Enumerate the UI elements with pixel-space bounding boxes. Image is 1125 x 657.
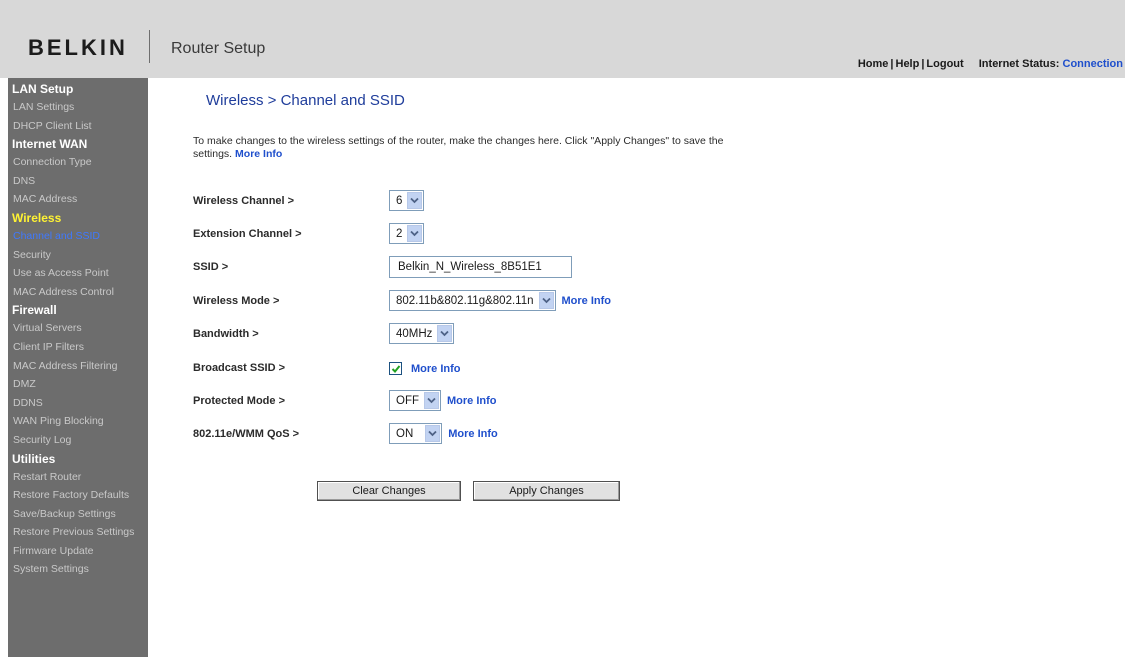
belkin-logo: BELKIN [28, 35, 128, 60]
router-setup-page: BELKIN Router Setup Home | Help | Logout Int… [0, 0, 1125, 657]
sidebar-item-wan-ping-blocking[interactable]: WAN Ping Blocking [8, 412, 148, 431]
header: BELKIN Router Setup Home | Help | Logout Int… [0, 0, 1125, 78]
sidebar-item-mac-address-control[interactable]: MAC Address Control [8, 283, 148, 302]
wireless-channel-select[interactable]: 6 [389, 190, 425, 211]
sidebar-item-system-settings[interactable]: System Settings [8, 560, 148, 579]
sidebar-item-restore-factory-defaults[interactable]: Restore Factory Defaults [8, 486, 148, 505]
sidebar-item-save-backup-settings[interactable]: Save/Backup Settings [8, 505, 148, 524]
bandwidth-label: Bandwidth > [193, 328, 259, 340]
chevron-down-icon [538, 292, 554, 309]
sidebar-item-mac-address[interactable]: MAC Address [8, 190, 148, 209]
sidebar-item-dmz[interactable]: DMZ [8, 375, 148, 394]
sidebar-item-client-ip-filters[interactable]: Client IP Filters [8, 338, 148, 357]
broadcast-ssid-label: Broadcast SSID > [193, 362, 286, 374]
page-title: Wireless > Channel and SSID [206, 92, 405, 109]
extension-channel-value: 2 [396, 227, 403, 240]
wmm-qos-more-info-link[interactable]: More Info [448, 428, 498, 440]
sidebar-item-security[interactable]: Security [8, 246, 148, 265]
internet-status-value[interactable]: Connection [1063, 58, 1124, 70]
sidebar-group-wireless: Wireless [12, 210, 62, 225]
wireless-mode-value: 802.11b&802.11g&802.11n [396, 294, 534, 307]
apply-changes-button[interactable]: Apply Changes [473, 481, 620, 501]
wireless-mode-label: Wireless Mode > [193, 295, 280, 307]
extension-channel-row: Extension Channel > 2 [193, 223, 793, 247]
sidebar-item-lan-settings[interactable]: LAN Settings [8, 98, 148, 117]
sidebar-item-security-log[interactable]: Security Log [8, 431, 148, 450]
sidebar-group-internet-wan: Internet WAN [12, 137, 88, 152]
chevron-down-icon [437, 325, 453, 342]
sidebar-item-virtual-servers[interactable]: Virtual Servers [8, 319, 148, 338]
protected-mode-value: OFF [396, 394, 419, 407]
wireless-channel-value: 6 [396, 194, 403, 207]
protected-mode-more-info-link[interactable]: More Info [447, 395, 497, 407]
wmm-qos-label: 802.11e/WMM QoS > [193, 428, 300, 440]
main-content: Wireless > Channel and SSID To make chan… [148, 78, 1125, 657]
protected-mode-row: Protected Mode > OFF More Info [193, 390, 793, 414]
bandwidth-select[interactable]: 40MHz [389, 323, 455, 344]
ssid-row: SSID > [193, 256, 793, 280]
clear-changes-button[interactable]: Clear Changes [317, 481, 461, 501]
sidebar-group-firewall: Firewall [12, 303, 57, 318]
sidebar-item-restore-previous-settings[interactable]: Restore Previous Settings [8, 523, 148, 542]
protected-mode-label: Protected Mode > [193, 395, 285, 407]
extension-channel-label: Extension Channel > [193, 228, 302, 240]
sidebar: LAN Setup LAN Settings DHCP Client List … [8, 78, 148, 657]
wmm-qos-value: ON [396, 427, 414, 440]
sidebar-item-mac-address-filtering[interactable]: MAC Address Filtering [8, 357, 148, 376]
sidebar-group-utilities: Utilities [12, 451, 56, 466]
intro-text: To make changes to the wireless settings… [193, 135, 733, 161]
chevron-down-icon [407, 192, 423, 209]
wireless-mode-select[interactable]: 802.11b&802.11g&802.11n [389, 290, 556, 311]
internet-status-label: Internet Status: [978, 58, 1060, 70]
sidebar-item-use-as-access-point[interactable]: Use as Access Point [8, 264, 148, 283]
chevron-down-icon [425, 425, 441, 442]
broadcast-ssid-row: Broadcast SSID > More Info [193, 357, 793, 381]
wireless-channel-label: Wireless Channel > [193, 195, 295, 207]
sidebar-item-restart-router[interactable]: Restart Router [8, 468, 148, 487]
intro-more-info-link[interactable]: More Info [235, 148, 282, 160]
chevron-down-icon [407, 225, 423, 242]
home-link[interactable]: Home [858, 58, 889, 70]
sidebar-item-ddns[interactable]: DDNS [8, 394, 148, 413]
logo-divider [149, 30, 150, 63]
wmm-qos-row: 802.11e/WMM QoS > ON More Info [193, 423, 793, 447]
help-link[interactable]: Help [896, 58, 920, 70]
logout-link[interactable]: Logout [926, 58, 963, 70]
sidebar-item-connection-type[interactable]: Connection Type [8, 153, 148, 172]
broadcast-ssid-more-info-link[interactable]: More Info [411, 363, 461, 375]
ssid-input[interactable] [389, 256, 572, 278]
top-nav: Home | Help | Logout Internet Status: Connec… [858, 58, 1123, 70]
bandwidth-value: 40MHz [396, 327, 433, 340]
bandwidth-row: Bandwidth > 40MHz [193, 323, 793, 347]
ssid-label: SSID > [193, 261, 229, 273]
wireless-channel-row: Wireless Channel > 6 [193, 190, 793, 214]
protected-mode-select[interactable]: OFF [389, 390, 441, 411]
sidebar-item-channel-and-ssid[interactable]: Channel and SSID [8, 227, 148, 246]
sidebar-group-lan-setup: LAN Setup [12, 82, 74, 96]
nav-separator: | [890, 58, 894, 70]
chevron-down-icon [424, 392, 439, 409]
app-title: Router Setup [171, 40, 266, 57]
wireless-mode-more-info-link[interactable]: More Info [562, 295, 612, 307]
sidebar-item-dhcp-client-list[interactable]: DHCP Client List [8, 117, 148, 136]
extension-channel-select[interactable]: 2 [389, 223, 425, 244]
sidebar-item-firmware-update[interactable]: Firmware Update [8, 542, 148, 561]
wmm-qos-select[interactable]: ON [389, 423, 443, 444]
checkmark-icon [391, 365, 401, 374]
wireless-mode-row: Wireless Mode > 802.11b&802.11g&802.11n … [193, 290, 793, 314]
sidebar-item-dns[interactable]: DNS [8, 172, 148, 191]
broadcast-ssid-checkbox[interactable] [389, 362, 402, 376]
